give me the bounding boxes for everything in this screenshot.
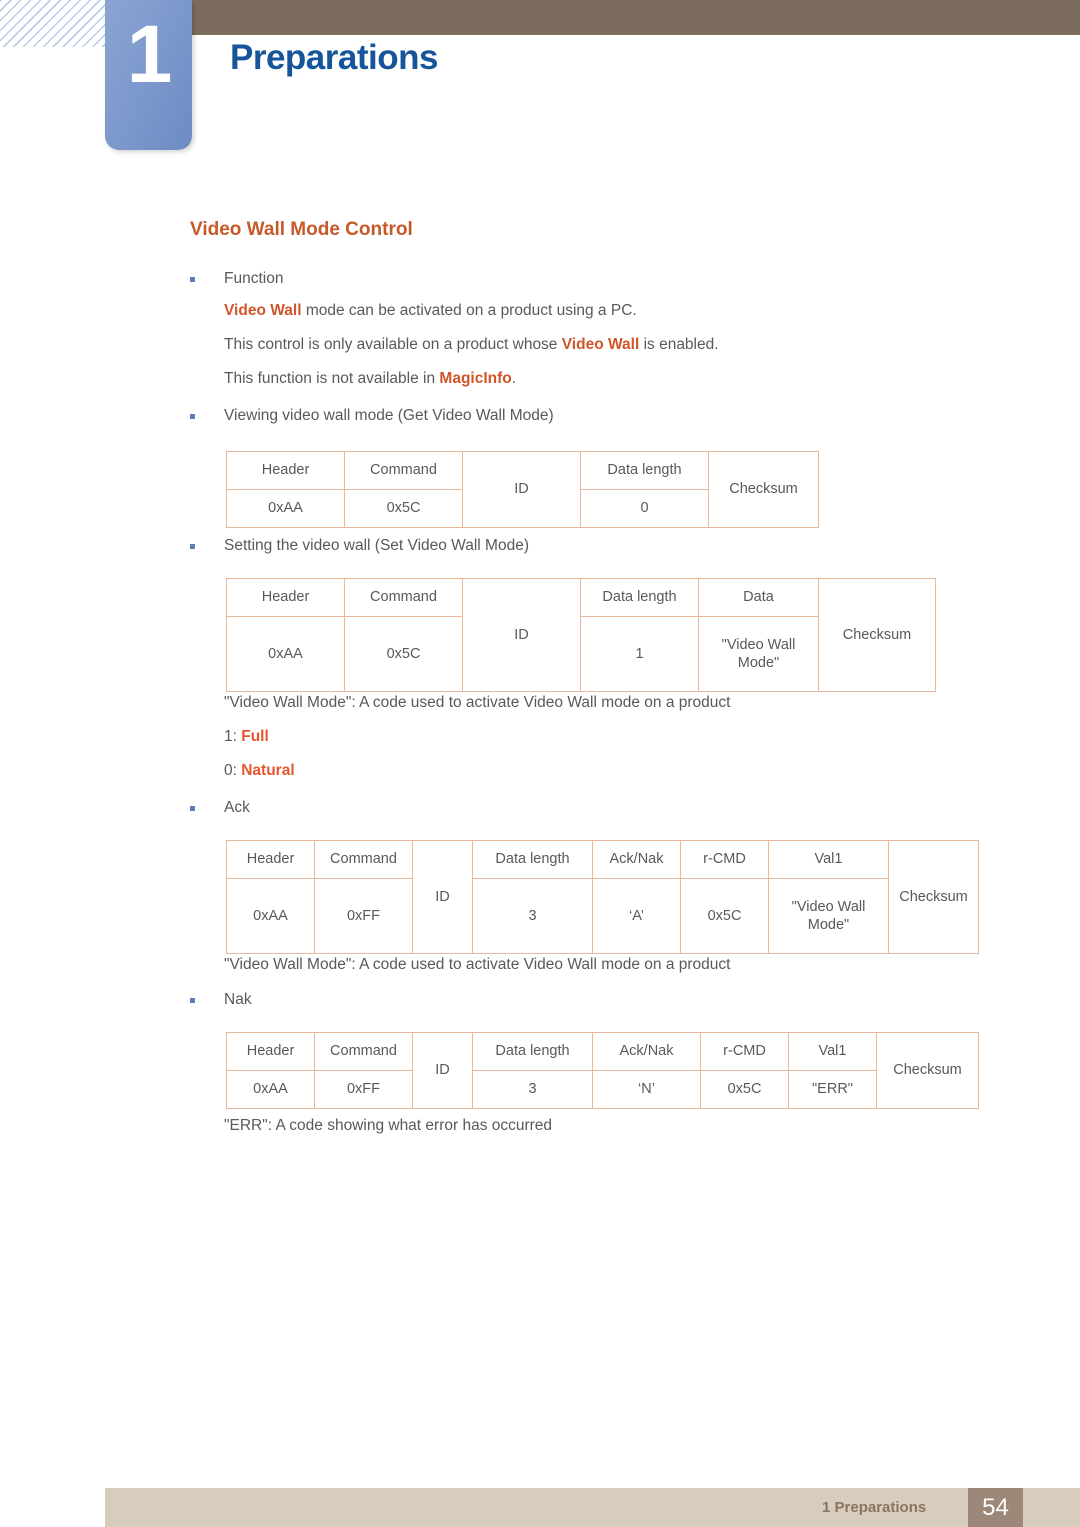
cell-header-header: Header — [226, 840, 315, 879]
note-err: "ERR": A code showing what error has occ… — [224, 1117, 553, 1134]
bullet-set-video-wall-mode: Setting the video wall (Set Video Wall M… — [190, 535, 529, 557]
table-get-video-wall-mode: Header Command ID Data length Checksum 0… — [226, 451, 819, 528]
table-row: Header Command ID Data length Ack/Nak r-… — [226, 1032, 979, 1109]
cell-id: ID — [462, 578, 581, 692]
footer-bar — [105, 1488, 1080, 1527]
cell-header-datalength: Data length — [580, 578, 699, 617]
cell-checksum: Checksum — [818, 578, 936, 692]
section-title: Video Wall Mode Control — [190, 219, 413, 240]
cell-value-acknak: ‘N’ — [592, 1070, 701, 1109]
code-natural-prefix: 0: — [224, 762, 242, 779]
table-nak: Header Command ID Data length Ack/Nak r-… — [226, 1032, 979, 1109]
cell-header-datalength: Data length — [472, 840, 593, 879]
code-full: 1: Full — [224, 726, 269, 748]
cell-value-datalength: 3 — [472, 878, 593, 954]
function-line-1-rest: mode can be activated on a product using… — [301, 302, 637, 319]
function-line-2-post: is enabled. — [639, 336, 719, 353]
table-row: 0xAA 0xFF 3 ‘N’ 0x5C "ERR" — [226, 1070, 979, 1109]
cell-id: ID — [412, 1032, 473, 1109]
bullet-dot-icon — [190, 414, 195, 419]
cell-value-data: "Video Wall Mode" — [698, 616, 819, 692]
page-number-box: 54 — [968, 1488, 1023, 1527]
code-natural-value: Natural — [241, 762, 295, 779]
cell-checksum: Checksum — [876, 1032, 979, 1109]
table-row: Header Command ID Data length Checksum — [226, 451, 819, 528]
cell-value-command: 0x5C — [344, 489, 463, 528]
cell-value-rcmd: 0x5C — [680, 878, 769, 954]
cell-header-data: Data — [698, 578, 819, 617]
bullet-dot-icon — [190, 277, 195, 282]
cell-checksum: Checksum — [708, 451, 819, 528]
function-line-1-highlight: Video Wall — [224, 302, 302, 319]
cell-id: ID — [462, 451, 581, 528]
cell-value-header: 0xAA — [226, 1070, 315, 1109]
cell-value-val1: "ERR" — [788, 1070, 877, 1109]
code-full-prefix: 1: — [224, 728, 242, 745]
bullet-ack: Ack — [190, 797, 250, 819]
cell-header-val1: Val1 — [768, 840, 889, 879]
chapter-title: Preparations — [230, 38, 438, 77]
bullet-dot-icon — [190, 998, 195, 1003]
cell-value-command: 0xFF — [314, 1070, 413, 1109]
chapter-number: 1 — [126, 9, 173, 100]
cell-header-datalength: Data length — [472, 1032, 593, 1071]
bullet-dot-icon — [190, 544, 195, 549]
function-line-2: This control is only available on a prod… — [224, 334, 719, 356]
note-video-wall-mode-1: "Video Wall Mode": A code used to activa… — [224, 694, 731, 711]
cell-header-val1: Val1 — [788, 1032, 877, 1071]
cell-header-command: Command — [314, 840, 413, 879]
decorative-hatch-pattern — [0, 0, 106, 47]
cell-header-acknak: Ack/Nak — [592, 840, 681, 879]
function-line-3-pre: This function is not available in — [224, 370, 440, 387]
cell-header-rcmd: r-CMD — [680, 840, 769, 879]
cell-header-rcmd: r-CMD — [700, 1032, 789, 1071]
cell-value-datalength: 1 — [580, 616, 699, 692]
cell-header-header: Header — [226, 578, 345, 617]
function-line-1: Video Wall mode can be activated on a pr… — [224, 300, 637, 322]
note-video-wall-mode-2: "Video Wall Mode": A code used to activa… — [224, 956, 731, 973]
cell-value-header: 0xAA — [226, 616, 345, 692]
header-brown-bar — [192, 0, 1080, 35]
cell-header-header: Header — [226, 1032, 315, 1071]
bullet-get-video-wall-mode: Viewing video wall mode (Get Video Wall … — [190, 405, 554, 427]
code-full-value: Full — [241, 728, 269, 745]
bullet-nak: Nak — [190, 989, 252, 1011]
cell-value-acknak: ‘A’ — [592, 878, 681, 954]
table-row: Header Command ID Data length Data Check… — [226, 578, 936, 692]
bullet-nak-label: Nak — [224, 991, 252, 1008]
table-row: 0xAA 0xFF 3 ‘A’ 0x5C "Video Wall Mode" — [226, 878, 979, 954]
cell-value-header: 0xAA — [226, 878, 315, 954]
table-set-video-wall-mode: Header Command ID Data length Data Check… — [226, 578, 936, 692]
cell-id: ID — [412, 840, 473, 954]
cell-value-datalength: 3 — [472, 1070, 593, 1109]
bullet-ack-label: Ack — [224, 799, 250, 816]
table-row: Header Command ID Data length Ack/Nak r-… — [226, 840, 979, 954]
cell-value-command: 0xFF — [314, 878, 413, 954]
cell-value-header: 0xAA — [226, 489, 345, 528]
cell-header-header: Header — [226, 451, 345, 490]
cell-header-acknak: Ack/Nak — [592, 1032, 701, 1071]
cell-checksum: Checksum — [888, 840, 979, 954]
function-line-2-highlight: Video Wall — [561, 336, 640, 353]
cell-header-command: Command — [344, 451, 463, 490]
cell-value-datalength: 0 — [580, 489, 709, 528]
function-line-2-pre: This control is only available on a prod… — [224, 336, 562, 353]
bullet-set-label: Setting the video wall (Set Video Wall M… — [224, 537, 529, 554]
bullet-function: Function — [190, 268, 283, 290]
cell-value-rcmd: 0x5C — [700, 1070, 789, 1109]
function-line-3: This function is not available in MagicI… — [224, 368, 516, 390]
cell-header-command: Command — [314, 1032, 413, 1071]
cell-value-val1: "Video Wall Mode" — [768, 878, 889, 954]
footer-chapter-label: 1 Preparations — [822, 1499, 927, 1516]
cell-value-command: 0x5C — [344, 616, 463, 692]
bullet-dot-icon — [190, 806, 195, 811]
function-line-3-post: . — [511, 370, 517, 387]
code-natural: 0: Natural — [224, 760, 295, 782]
bullet-get-label: Viewing video wall mode (Get Video Wall … — [224, 407, 554, 424]
table-ack: Header Command ID Data length Ack/Nak r-… — [226, 840, 979, 954]
cell-header-command: Command — [344, 578, 463, 617]
bullet-function-label: Function — [224, 270, 284, 287]
cell-header-datalength: Data length — [580, 451, 709, 490]
function-line-3-highlight: MagicInfo — [439, 370, 512, 387]
